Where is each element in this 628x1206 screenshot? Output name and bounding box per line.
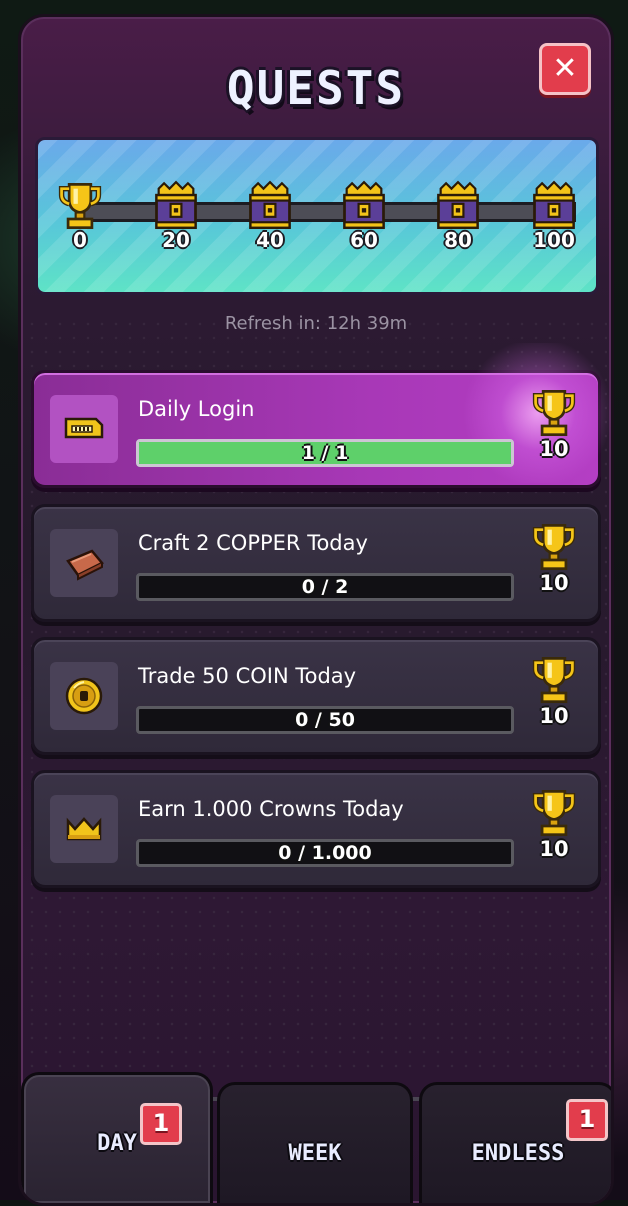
quest-icon-frame bbox=[50, 662, 118, 730]
quest-progress-bar: 0 / 50 bbox=[136, 706, 514, 734]
milestone-label: 60 bbox=[350, 228, 378, 252]
quest-progress-bar: 0 / 1.000 bbox=[136, 839, 514, 867]
tab-label: WEEK bbox=[288, 1141, 342, 1166]
trophy-icon bbox=[530, 387, 578, 439]
notification-badge: 1 bbox=[566, 1099, 608, 1141]
quest-reward: 10 bbox=[528, 791, 580, 871]
milestone-label: 20 bbox=[162, 228, 190, 252]
quest-reward-value: 10 bbox=[539, 437, 569, 461]
trophy-icon bbox=[530, 521, 578, 573]
milestone-label: 40 bbox=[256, 228, 284, 252]
tab-week[interactable]: WEEK bbox=[217, 1082, 413, 1203]
quest-reward: 10 bbox=[528, 525, 580, 605]
quest-reward: 10 bbox=[528, 391, 580, 471]
quest-reward-value: 10 bbox=[539, 837, 569, 861]
chest-icon bbox=[246, 180, 294, 232]
chest-icon bbox=[340, 180, 388, 232]
crown-icon bbox=[66, 817, 102, 841]
quest-card-trade-coin[interactable]: Trade 50 COIN Today 0 / 50 10 bbox=[31, 637, 601, 755]
milestone-label: 0 bbox=[73, 228, 87, 252]
close-x-icon: ✕ bbox=[552, 51, 578, 86]
refresh-timer: Refresh in: 12h 39m bbox=[224, 313, 408, 334]
tab-day[interactable]: DAY 1 bbox=[21, 1072, 213, 1203]
quest-title: Earn 1.000 Crowns Today bbox=[138, 797, 404, 821]
milestone-60[interactable]: 60 bbox=[340, 180, 388, 252]
ticket-icon bbox=[64, 417, 104, 439]
tab-label: ENDLESS bbox=[471, 1141, 565, 1166]
quest-card-earn-crowns[interactable]: Earn 1.000 Crowns Today 0 / 1.000 10 bbox=[31, 770, 601, 888]
quest-title: Trade 50 COIN Today bbox=[138, 664, 357, 688]
quest-progress-bar: 1 / 1 bbox=[136, 439, 514, 467]
quest-progress-text: 0 / 1.000 bbox=[278, 842, 372, 864]
quests-panel: QUESTS ✕ 0 20 40 60 80 100 Refresh in: 1… bbox=[18, 14, 614, 1206]
milestone-100[interactable]: 100 bbox=[530, 180, 578, 252]
coin-icon bbox=[65, 677, 103, 715]
notification-badge: 1 bbox=[140, 1103, 182, 1145]
quest-icon-frame bbox=[50, 395, 118, 463]
chest-icon bbox=[434, 180, 482, 232]
trophy-icon bbox=[56, 180, 104, 232]
close-button[interactable]: ✕ bbox=[539, 43, 591, 95]
quest-progress-text: 1 / 1 bbox=[301, 442, 349, 464]
quest-progress-text: 0 / 2 bbox=[301, 576, 349, 598]
milestone-label: 100 bbox=[533, 228, 575, 252]
trophy-icon bbox=[530, 787, 578, 839]
chest-icon bbox=[152, 180, 200, 232]
tab-bar: DAY 1 WEEK ENDLESS 1 bbox=[21, 1063, 611, 1203]
quest-card-daily-login[interactable]: Daily Login 1 / 1 10 bbox=[31, 343, 611, 488]
tab-label: DAY bbox=[97, 1131, 137, 1156]
page-title: QUESTS bbox=[226, 61, 406, 115]
milestone-40[interactable]: 40 bbox=[246, 180, 294, 252]
trophy-icon bbox=[530, 654, 578, 706]
milestone-20[interactable]: 20 bbox=[152, 180, 200, 252]
quest-reward-value: 10 bbox=[539, 704, 569, 728]
milestone-label: 80 bbox=[444, 228, 472, 252]
quest-progress-bar: 0 / 2 bbox=[136, 573, 514, 601]
copper-bar-icon bbox=[66, 549, 104, 581]
tab-endless[interactable]: ENDLESS 1 bbox=[419, 1082, 611, 1203]
quest-reward: 10 bbox=[528, 658, 580, 738]
quest-reward-value: 10 bbox=[539, 571, 569, 595]
milestone-track: 0 20 40 60 80 100 bbox=[35, 137, 599, 295]
quest-icon-frame bbox=[50, 795, 118, 863]
quest-title: Craft 2 COPPER Today bbox=[138, 531, 368, 555]
milestone-0[interactable]: 0 bbox=[56, 180, 104, 252]
quest-card-craft-copper[interactable]: Craft 2 COPPER Today 0 / 2 10 bbox=[31, 504, 601, 622]
quest-icon-frame bbox=[50, 529, 118, 597]
quest-title: Daily Login bbox=[138, 397, 255, 421]
quest-progress-text: 0 / 50 bbox=[295, 709, 355, 731]
milestone-80[interactable]: 80 bbox=[434, 180, 482, 252]
chest-icon bbox=[530, 180, 578, 232]
